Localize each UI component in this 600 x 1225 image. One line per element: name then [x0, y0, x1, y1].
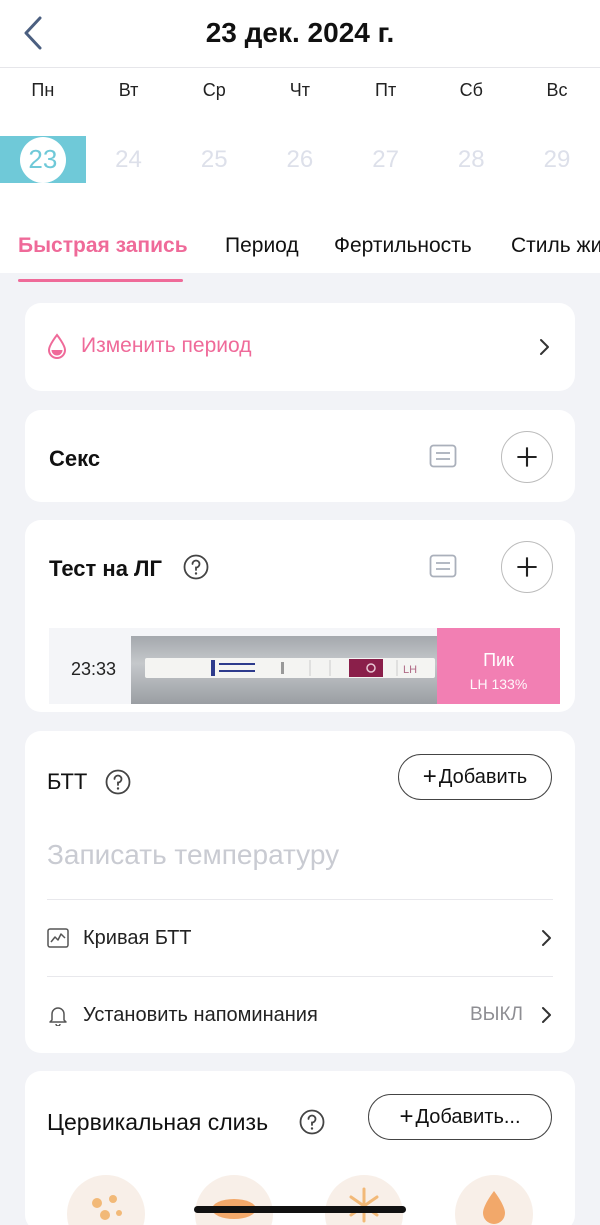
weekday-label: Ср	[202, 80, 226, 100]
bell-icon	[49, 1007, 67, 1026]
btt-curve-label: Кривая БТТ	[83, 926, 192, 949]
drop-icon	[47, 333, 67, 359]
reminder-label: Установить напоминания	[83, 1003, 318, 1026]
change-period-label: Изменить период	[81, 334, 252, 357]
date-cell[interactable]: 24	[86, 136, 172, 183]
test-strip-drawing: LH	[211, 659, 417, 677]
weekday-label: Вс	[546, 80, 568, 100]
active-tab-indicator	[18, 279, 183, 282]
tab-lifestyle[interactable]: Стиль жизни	[511, 234, 600, 258]
note-icon[interactable]	[429, 444, 457, 468]
lh-peak-badge: Пик LH 133%	[437, 628, 560, 704]
weekday-label: Пн	[31, 80, 55, 100]
tab-fertility[interactable]: Фертильность	[334, 234, 472, 258]
mucus-option-eggwhite[interactable]	[455, 1175, 533, 1225]
lh-title: Тест на ЛГ	[49, 556, 162, 581]
weekday-label: Пт	[375, 80, 397, 100]
change-period-card[interactable]: Изменить период	[25, 303, 575, 391]
sex-card: Секс	[25, 410, 575, 502]
add-cervical-label: Добавить...	[415, 1105, 521, 1128]
plus-icon: +	[399, 1103, 414, 1130]
lh-result: Пик	[483, 650, 514, 670]
sex-title: Секс	[49, 446, 101, 471]
home-indicator	[194, 1206, 406, 1213]
date-row: 23 24 25 26 27 28 29	[0, 136, 600, 183]
date-cell-selected[interactable]: 23	[0, 136, 86, 183]
help-circle-icon[interactable]	[299, 1109, 325, 1135]
creamy-mucus-icon	[212, 1199, 256, 1219]
weekday-label: Сб	[459, 80, 483, 100]
tab-period[interactable]: Период	[225, 234, 299, 258]
test-strip: LH	[145, 658, 435, 678]
date-cell[interactable]: 27	[343, 136, 429, 183]
add-cervical-button[interactable]: + Добавить...	[368, 1094, 552, 1140]
svg-text:LH: LH	[403, 664, 417, 676]
add-sex-button[interactable]	[501, 431, 553, 483]
tab-bar: Быстрая запись Период Фертильность Стиль…	[0, 230, 600, 282]
lh-test-entry[interactable]: 23:33 LH Пик LH 133%	[49, 628, 560, 704]
divider	[47, 899, 553, 900]
plus-icon: +	[422, 763, 437, 790]
chevron-right-icon	[540, 339, 549, 355]
week-strip: Пн Вт Ср Чт Пт Сб Вс 23 24 25 26 27 28 2…	[0, 68, 600, 282]
reminder-value: ВЫКЛ	[469, 1004, 523, 1025]
page-title: 23 дек. 2024 г.	[205, 17, 395, 48]
chart-icon	[47, 928, 69, 948]
lh-entry-time: 23:33	[71, 659, 117, 679]
mucus-option-creamy[interactable]	[195, 1175, 273, 1225]
weekday-row: Пн Вт Ср Чт Пт Сб Вс	[0, 80, 600, 101]
cervical-mucus-card: Цервикальная слизь + Добавить...	[25, 1071, 575, 1225]
divider	[47, 976, 553, 977]
lh-detail: LH 133%	[469, 676, 528, 692]
help-circle-icon[interactable]	[183, 554, 209, 580]
mucus-option-watery[interactable]	[325, 1175, 403, 1225]
cervical-title: Цервикальная слизь	[47, 1109, 269, 1135]
chevron-right-icon	[542, 1007, 551, 1023]
egg-white-mucus-icon	[483, 1191, 505, 1224]
date-cell[interactable]: 28	[428, 136, 514, 183]
chevron-right-icon	[542, 930, 551, 946]
date-cell[interactable]: 25	[171, 136, 257, 183]
reminder-row[interactable]: Установить напоминания ВЫКЛ	[47, 995, 553, 1035]
watery-mucus-icon	[349, 1187, 379, 1223]
btt-card: БТТ + Добавить Кривая БТТ Установить нап…	[25, 731, 575, 1053]
add-btt-label: Добавить	[438, 765, 528, 788]
add-lh-test-button[interactable]	[501, 541, 553, 593]
mucus-option-sticky[interactable]	[67, 1175, 145, 1225]
btt-title: БТТ	[47, 769, 88, 794]
top-bar: 23 дек. 2024 г.	[0, 0, 600, 68]
btt-curve-row[interactable]: Кривая БТТ	[47, 918, 553, 958]
note-icon[interactable]	[429, 554, 457, 578]
temperature-input[interactable]	[47, 839, 547, 871]
date-cell[interactable]: 26	[257, 136, 343, 183]
weekday-label: Чт	[289, 80, 311, 100]
lh-strip-photo: LH	[131, 636, 437, 704]
date-number: 23	[19, 136, 66, 183]
weekday-label: Вт	[118, 80, 139, 100]
lh-test-card: Тест на ЛГ 23:33 LH Пик LH 133%	[25, 520, 575, 712]
change-period-row: Изменить период	[47, 333, 252, 359]
add-btt-button[interactable]: + Добавить	[398, 754, 552, 800]
date-cell[interactable]: 29	[514, 136, 600, 183]
sticky-mucus-icon	[92, 1195, 122, 1220]
help-circle-icon[interactable]	[105, 769, 131, 795]
tab-quick-entry[interactable]: Быстрая запись	[18, 234, 188, 258]
